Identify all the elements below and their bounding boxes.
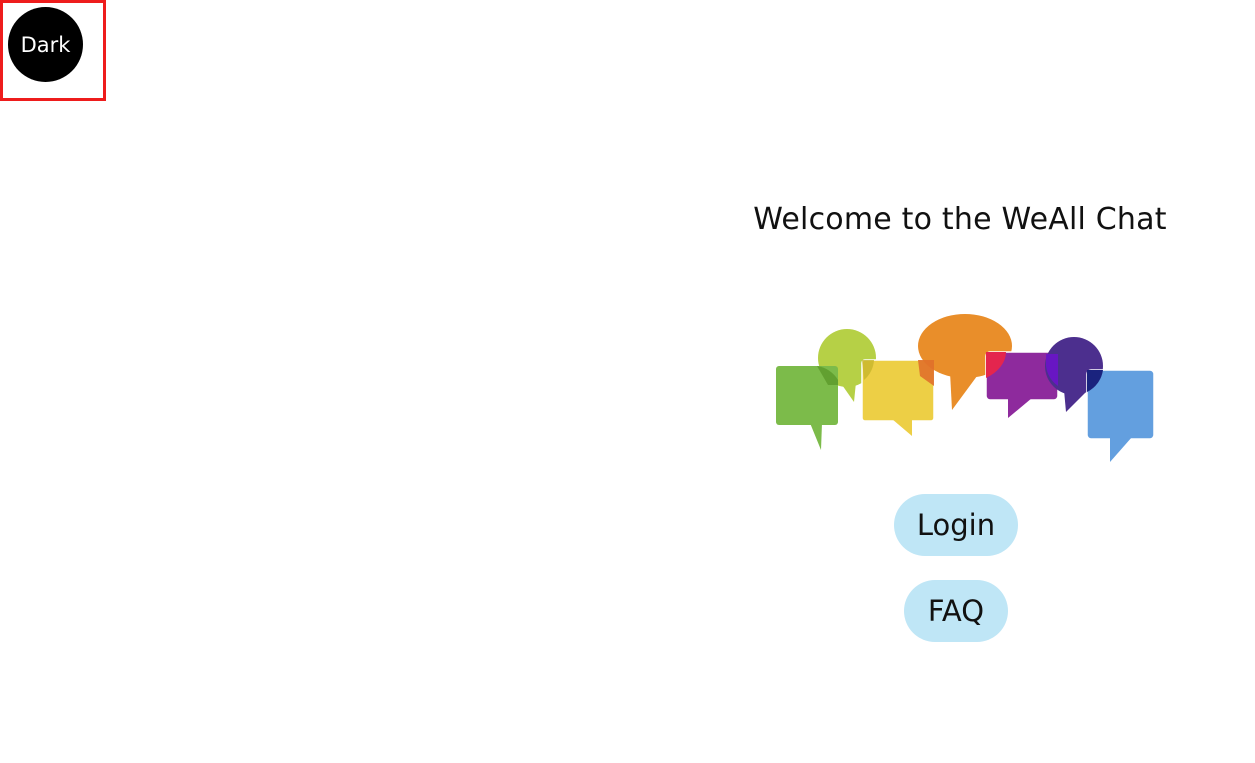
blue-bubble-icon xyxy=(1086,369,1155,462)
faq-button[interactable]: FAQ xyxy=(904,580,1008,642)
green-bubble-icon xyxy=(776,366,838,450)
login-button[interactable]: Login xyxy=(894,494,1018,556)
speech-bubbles-logo-icon xyxy=(776,314,1155,462)
welcome-heading: Welcome to the WeAll Chat xyxy=(753,202,1167,237)
landing-page: Dark Welcome to the WeAll Chat Login FAQ xyxy=(0,0,1255,763)
dark-mode-toggle-button[interactable]: Dark xyxy=(8,7,83,82)
